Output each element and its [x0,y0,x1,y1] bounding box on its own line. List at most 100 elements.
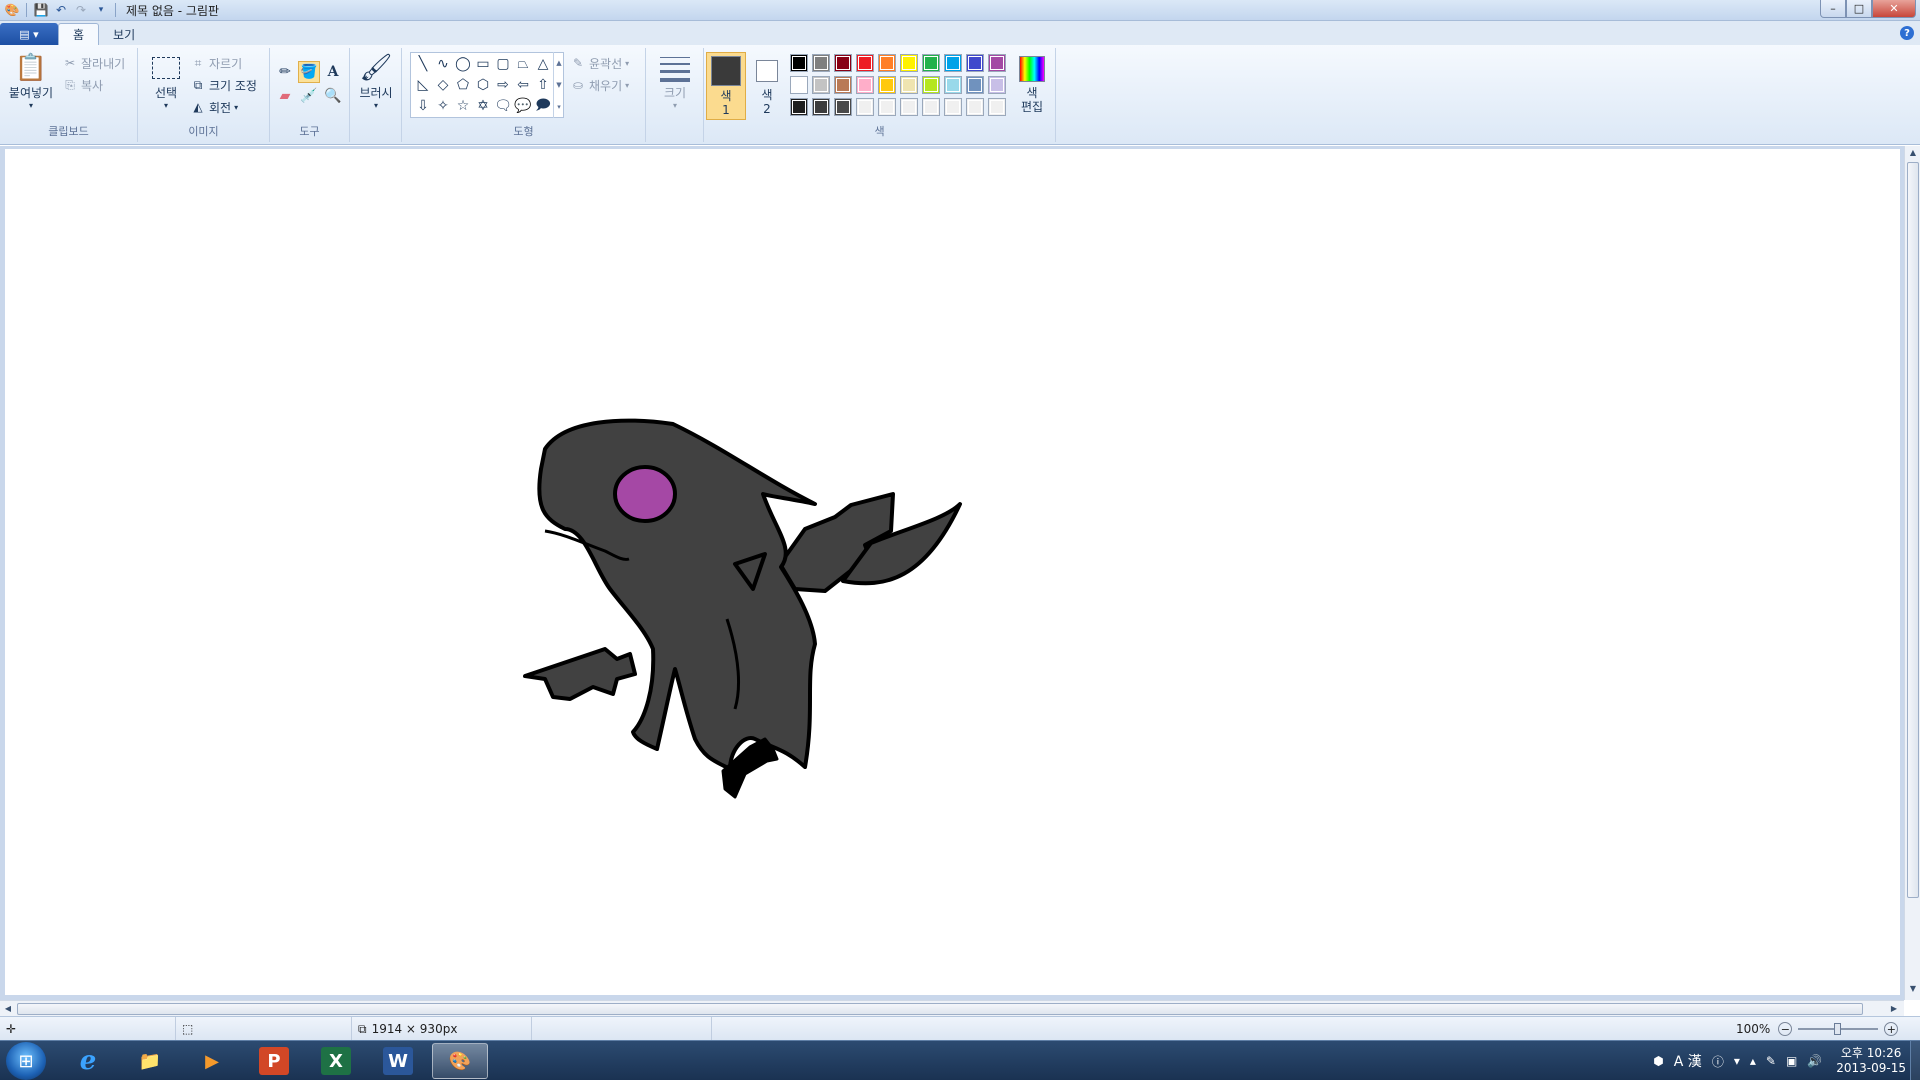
six-point-star-shape-icon[interactable]: ✡ [473,95,493,116]
brushes-button[interactable]: 🖌 브러시 ▾ [356,52,396,110]
powerpoint-icon[interactable]: P [259,1047,289,1075]
rotate-button[interactable]: ◭ 회전 ▾ [190,97,238,117]
palette-color-swatch[interactable] [944,98,962,116]
palette-color-swatch[interactable] [856,98,874,116]
triangle-shape-icon[interactable]: △ [533,53,553,74]
palette-color-swatch[interactable] [812,98,830,116]
left-arrow-shape-icon[interactable]: ⇦ [513,74,533,95]
palette-color-swatch[interactable] [922,54,940,72]
palette-color-swatch[interactable] [966,76,984,94]
ime-indicator[interactable]: A 漢 [1674,1051,1702,1071]
palette-color-swatch[interactable] [790,54,808,72]
palette-color-swatch[interactable] [878,54,896,72]
scroll-up-icon[interactable]: ▲ [556,59,561,67]
palette-color-swatch[interactable] [900,54,918,72]
pencil-icon[interactable]: ✏ [274,61,296,83]
diamond-shape-icon[interactable]: ◇ [433,74,453,95]
cut-button[interactable]: ✂ 잘라내기 [62,53,125,73]
shapes-scroll[interactable]: ▲ ▼ ▾ [553,52,564,118]
volume-icon[interactable]: 🔊 [1807,1054,1822,1068]
eraser-icon[interactable]: ▰ [274,85,296,107]
color2-selector[interactable]: 색 2 [750,52,784,120]
vertical-scroll-thumb[interactable] [1907,162,1919,898]
oval-shape-icon[interactable]: ◯ [453,53,473,74]
file-explorer-icon[interactable]: 📁 [122,1043,178,1079]
palette-color-swatch[interactable] [900,76,918,94]
palette-color-swatch[interactable] [944,76,962,94]
tab-home[interactable]: 홈 [58,23,100,45]
right-triangle-shape-icon[interactable]: ◺ [413,74,433,95]
zoom-slider-thumb[interactable] [1834,1023,1842,1035]
pentagon-shape-icon[interactable]: ⬠ [453,74,473,95]
maximize-button[interactable]: □ [1846,0,1872,18]
internet-explorer-icon[interactable]: e [60,1043,116,1079]
palette-color-swatch[interactable] [966,54,984,72]
oval-callout-shape-icon[interactable]: 💬 [513,95,533,116]
rectangle-shape-icon[interactable]: ▭ [473,53,493,74]
palette-color-swatch[interactable] [988,98,1006,116]
show-hidden-icons-icon[interactable]: ▴ [1750,1054,1756,1068]
palette-color-swatch[interactable] [790,98,808,116]
ime-options-icon[interactable]: ▾ [1734,1054,1740,1068]
copy-button[interactable]: ⎘ 복사 [62,75,103,95]
palette-color-swatch[interactable] [834,54,852,72]
line-shape-icon[interactable]: ╲ [413,53,433,74]
horizontal-scrollbar[interactable]: ◀ ▶ [0,1000,1904,1016]
redo-icon[interactable]: ↷ [71,1,91,19]
paste-button[interactable]: 📋 붙여넣기 ▾ [6,52,56,110]
scroll-up-arrow-icon[interactable]: ▲ [1905,148,1920,157]
rectangular-callout-shape-icon[interactable]: 🗨 [493,95,513,116]
scroll-down-icon[interactable]: ▼ [556,81,561,89]
crop-button[interactable]: ⌗ 자르기 [190,53,243,73]
excel-icon[interactable]: X [321,1047,351,1075]
hexagon-shape-icon[interactable]: ⬡ [473,74,493,95]
paint-app-icon[interactable]: 🎨 [2,1,22,19]
help-icon[interactable]: ? [1900,26,1914,40]
horizontal-scroll-thumb[interactable] [17,1003,1863,1015]
close-button[interactable]: ✕ [1872,0,1916,18]
palette-color-swatch[interactable] [878,76,896,94]
pen-icon[interactable]: ✎ [1766,1054,1776,1068]
palette-color-swatch[interactable] [812,76,830,94]
five-point-star-shape-icon[interactable]: ☆ [453,95,473,116]
undo-icon[interactable]: ↶ [51,1,71,19]
show-desktop-button[interactable] [1910,1041,1920,1080]
palette-color-swatch[interactable] [922,98,940,116]
file-menu-button[interactable]: ▤ ▾ [0,23,58,45]
network-icon[interactable]: ▣ [1786,1054,1797,1068]
palette-color-swatch[interactable] [988,54,1006,72]
cloud-callout-shape-icon[interactable]: 🗩 [533,95,553,116]
qat-customize-icon[interactable]: ▾ [91,1,111,19]
palette-color-swatch[interactable] [922,76,940,94]
size-button[interactable]: 크기 ▾ [655,54,695,110]
text-icon[interactable]: A [322,61,344,83]
scroll-down-arrow-icon[interactable]: ▼ [1905,984,1920,993]
four-point-star-shape-icon[interactable]: ✧ [433,95,453,116]
fill-button[interactable]: ⛀ 채우기 ▾ [570,75,629,95]
color1-selector[interactable]: 색 1 [706,52,746,120]
clock[interactable]: 오후 10:26 2013-09-15 [1836,1046,1906,1076]
fill-bucket-icon[interactable]: 🪣 [298,61,320,83]
zoom-slider[interactable] [1798,1022,1879,1036]
vertical-scrollbar[interactable]: ▲ ▼ [1904,146,1920,1000]
expand-icon[interactable]: ▾ [557,103,561,111]
rounded-rectangle-shape-icon[interactable]: ▢ [493,53,513,74]
palette-color-swatch[interactable] [900,98,918,116]
zoom-in-icon[interactable]: + [1884,1022,1899,1036]
palette-color-swatch[interactable] [944,54,962,72]
tab-view[interactable]: 보기 [99,23,149,45]
up-arrow-shape-icon[interactable]: ⇧ [533,74,553,95]
right-arrow-shape-icon[interactable]: ⇨ [493,74,513,95]
paint-taskbar-icon[interactable]: 🎨 [432,1043,488,1079]
palette-color-swatch[interactable] [878,98,896,116]
curve-shape-icon[interactable]: ∿ [433,53,453,74]
magnifier-icon[interactable]: 🔍 [322,85,344,107]
save-icon[interactable]: 💾 [31,1,51,19]
minimize-button[interactable]: – [1820,0,1846,18]
palette-color-swatch[interactable] [790,76,808,94]
scroll-right-arrow-icon[interactable]: ▶ [1886,1004,1902,1013]
scroll-left-arrow-icon[interactable]: ◀ [0,1004,16,1013]
start-button[interactable]: ⊞ [6,1042,46,1080]
media-player-icon[interactable]: ▶ [184,1043,240,1079]
outline-button[interactable]: ✎ 윤곽선 ▾ [570,53,629,73]
